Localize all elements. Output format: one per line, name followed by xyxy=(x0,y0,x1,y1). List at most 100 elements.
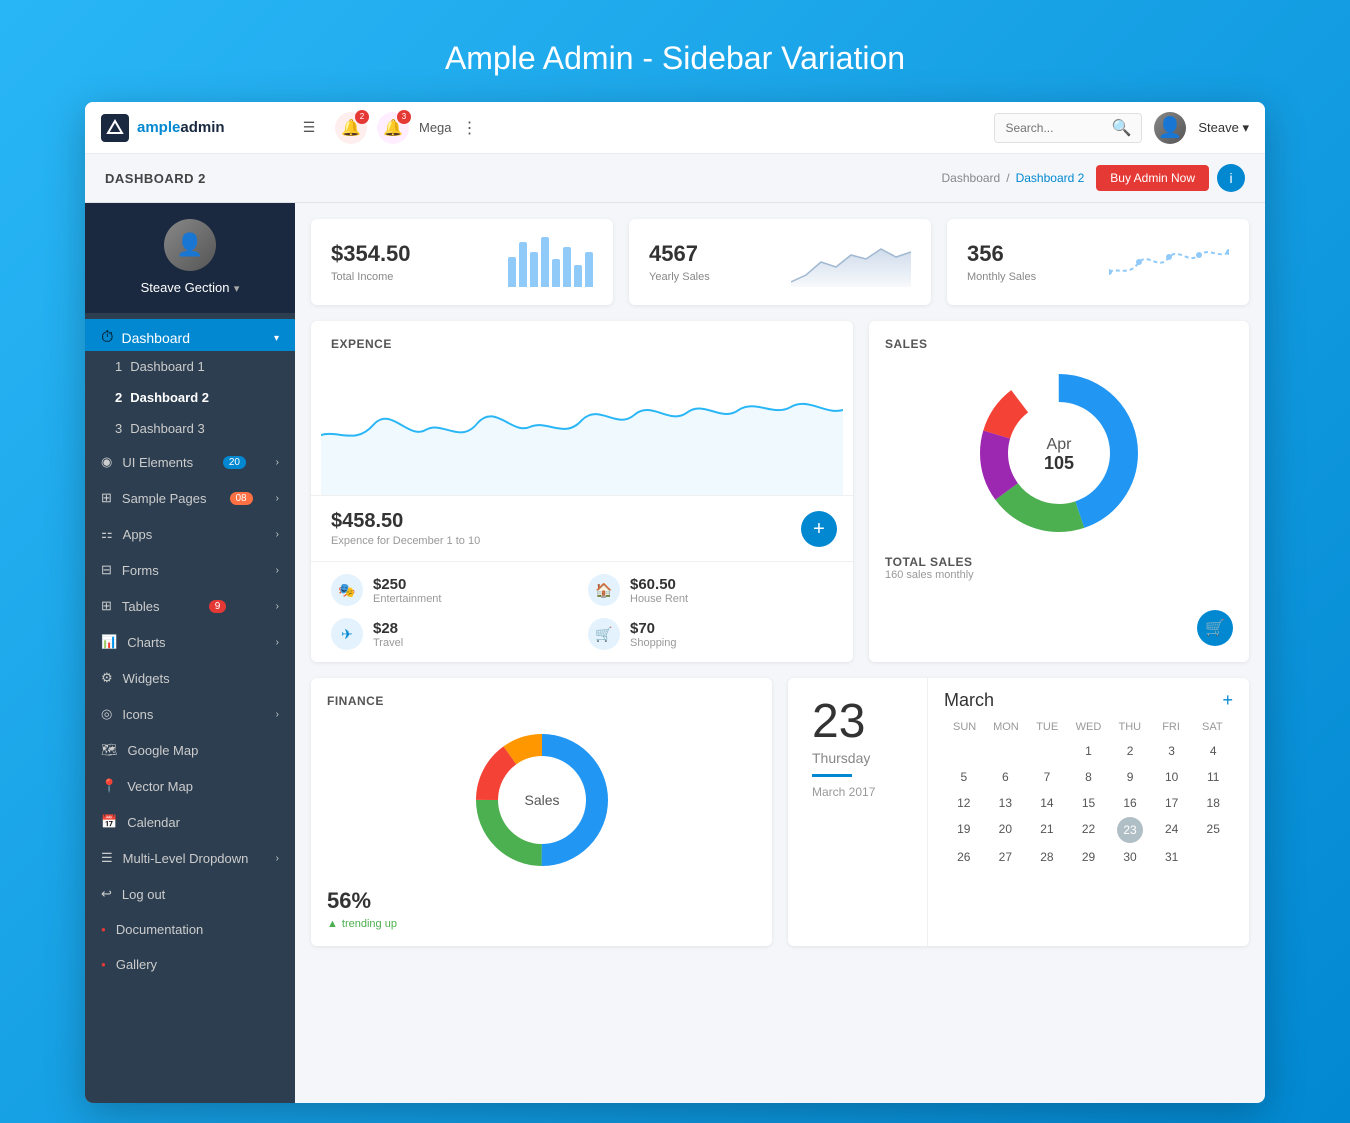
num-label: 3 xyxy=(115,421,122,436)
calendar-day[interactable]: 7 xyxy=(1027,765,1067,789)
sub-header: DASHBOARD 2 Dashboard / Dashboard 2 Buy … xyxy=(85,154,1265,203)
calendar-day[interactable]: 18 xyxy=(1193,791,1233,815)
calendar-day[interactable]: 31 xyxy=(1152,845,1192,869)
sidebar-item-documentation[interactable]: ● Documentation xyxy=(85,912,295,947)
calendar-day[interactable]: 16 xyxy=(1110,791,1150,815)
calendar-day[interactable]: 26 xyxy=(944,845,984,869)
sidebar-item-multilevel[interactable]: ☰ Multi-Level Dropdown › xyxy=(85,840,295,876)
sidebar-item-dashboard3[interactable]: 3 Dashboard 3 xyxy=(85,413,295,444)
calendar-add-button[interactable]: + xyxy=(1222,690,1233,711)
sidebar-item-logout[interactable]: ↩ Log out xyxy=(85,876,295,912)
calendar-day[interactable]: 4 xyxy=(1193,739,1233,763)
date-number: 23 xyxy=(812,698,903,746)
calendar-day[interactable]: 20 xyxy=(986,817,1026,843)
user-name[interactable]: Steave ▾ xyxy=(1198,120,1249,136)
sidebar-item-google-map[interactable]: 🗺 Google Map xyxy=(85,732,295,768)
tables-icon: ⊞ xyxy=(101,598,112,614)
buy-admin-button[interactable]: Buy Admin Now xyxy=(1096,165,1209,191)
calendar-day[interactable]: 29 xyxy=(1069,845,1109,869)
hamburger-icon[interactable]: ☰ xyxy=(293,112,325,144)
calendar-day[interactable]: 13 xyxy=(986,791,1026,815)
calendar-day[interactable]: 5 xyxy=(944,765,984,789)
total-sales-sub: 160 sales monthly xyxy=(885,569,1233,581)
calendar-day[interactable]: 9 xyxy=(1110,765,1150,789)
sidebar-item-gallery[interactable]: ● Gallery xyxy=(85,947,295,982)
expense-item-entertainment: 🎭 $250 Entertainment xyxy=(331,574,576,606)
browser-window: ampleadmin ☰ 🔔 2 🔔 3 Mega ⋮ 🔍 👤 xyxy=(85,102,1265,1103)
sidebar-item-forms[interactable]: ⊟ Forms › xyxy=(85,552,295,588)
total-sales-label: TOTAL SALES xyxy=(885,555,1233,569)
sidebar-item-apps[interactable]: ⚏ Apps › xyxy=(85,516,295,552)
bar-4 xyxy=(541,237,549,287)
notification-icon-2[interactable]: 🔔 3 xyxy=(377,112,409,144)
sidebar-item-charts[interactable]: 📊 Charts › xyxy=(85,624,295,660)
calendar-day[interactable]: 27 xyxy=(986,845,1026,869)
search-box: 🔍 xyxy=(994,113,1142,143)
calendar-day[interactable]: 14 xyxy=(1027,791,1067,815)
bottom-row: FINANCE Sales 56% ▲ xyxy=(311,678,1249,946)
sidebar-item-dashboard[interactable]: ⏱ Dashboard ▾ xyxy=(85,319,295,351)
breadcrumb-home[interactable]: Dashboard xyxy=(942,171,1001,185)
calendar-day[interactable]: 17 xyxy=(1152,791,1192,815)
cart-button[interactable]: 🛒 xyxy=(1197,610,1233,646)
sidebar-item-vector-map[interactable]: 📍 Vector Map xyxy=(85,768,295,804)
expense-item-travel: ✈ $28 Travel xyxy=(331,618,576,650)
calendar-day[interactable]: 21 xyxy=(1027,817,1067,843)
calendar-day[interactable]: 23 xyxy=(1117,817,1143,843)
calendar-day[interactable]: 6 xyxy=(986,765,1026,789)
sidebar-item-ui-elements[interactable]: ◉ UI Elements 20 › xyxy=(85,444,295,480)
bar-1 xyxy=(508,257,516,287)
expense-item-shopping: 🛒 $70 Shopping xyxy=(588,618,833,650)
search-input[interactable] xyxy=(1005,121,1105,135)
sidebar-item-dashboard2[interactable]: 2 Dashboard 2 xyxy=(85,382,295,413)
sidebar-item-icons[interactable]: ◎ Icons › xyxy=(85,696,295,732)
calendar-day[interactable]: 22 xyxy=(1069,817,1109,843)
apps-arrow: › xyxy=(276,529,279,540)
search-icon[interactable]: 🔍 xyxy=(1111,118,1131,138)
calendar-day[interactable]: 12 xyxy=(944,791,984,815)
calendar-day[interactable]: 1 xyxy=(1069,739,1109,763)
sales-card: SALES xyxy=(869,321,1249,662)
finance-title: FINANCE xyxy=(327,694,756,708)
calendar-day[interactable]: 24 xyxy=(1152,817,1192,843)
yearly-chart xyxy=(791,237,911,287)
forms-arrow: › xyxy=(276,565,279,576)
stat-cards-row: $354.50 Total Income xyxy=(311,219,1249,305)
info-button[interactable]: i xyxy=(1217,164,1245,192)
sidebar-item-calendar[interactable]: 📅 Calendar xyxy=(85,804,295,840)
calendar-grid: March + SUN MON TUE WED THU FRI SAT xyxy=(928,678,1249,946)
shopping-amount: $70 xyxy=(630,620,677,637)
sidebar-item-widgets[interactable]: ⚙ Widgets xyxy=(85,660,295,696)
calendar-day[interactable]: 19 xyxy=(944,817,984,843)
finance-donut-container: Sales xyxy=(327,720,756,880)
logo-area: ampleadmin xyxy=(101,114,281,142)
yearly-label: Yearly Sales xyxy=(649,271,710,283)
sidebar-item-sample-pages[interactable]: ⊞ Sample Pages 08 › xyxy=(85,480,295,516)
travel-amount: $28 xyxy=(373,620,403,637)
sidebar-username[interactable]: Steave Gection ▾ xyxy=(101,279,279,297)
sidebar-item-tables[interactable]: ⊞ Tables 9 › xyxy=(85,588,295,624)
tables-badge: 9 xyxy=(209,600,227,613)
calendar-day[interactable]: 11 xyxy=(1193,765,1233,789)
calendar-day[interactable]: 3 xyxy=(1152,739,1192,763)
calendar-day[interactable]: 15 xyxy=(1069,791,1109,815)
ui-elements-icon: ◉ xyxy=(101,454,112,470)
calendar-day[interactable]: 30 xyxy=(1110,845,1150,869)
expense-bottom: $458.50 Expence for December 1 to 10 + xyxy=(311,495,853,561)
calendar-day[interactable]: 28 xyxy=(1027,845,1067,869)
calendar-day[interactable]: 10 xyxy=(1152,765,1192,789)
calendar-day[interactable]: 25 xyxy=(1193,817,1233,843)
calendar-day[interactable]: 8 xyxy=(1069,765,1109,789)
calendar-day[interactable]: 2 xyxy=(1110,739,1150,763)
options-icon[interactable]: ⋮ xyxy=(462,118,478,138)
travel-icon: ✈ xyxy=(331,618,363,650)
shopping-label: Shopping xyxy=(630,637,677,649)
stat-card-monthly: 356 Monthly Sales xyxy=(947,219,1249,305)
notification-icon-1[interactable]: 🔔 2 xyxy=(335,112,367,144)
monthly-chart xyxy=(1109,237,1229,287)
add-expense-button[interactable]: + xyxy=(801,511,837,547)
ui-elements-badge: 20 xyxy=(223,456,246,469)
mega-menu[interactable]: Mega xyxy=(419,120,452,135)
sidebar-item-dashboard1[interactable]: 1 Dashboard 1 xyxy=(85,351,295,382)
charts-arrow: › xyxy=(276,637,279,648)
